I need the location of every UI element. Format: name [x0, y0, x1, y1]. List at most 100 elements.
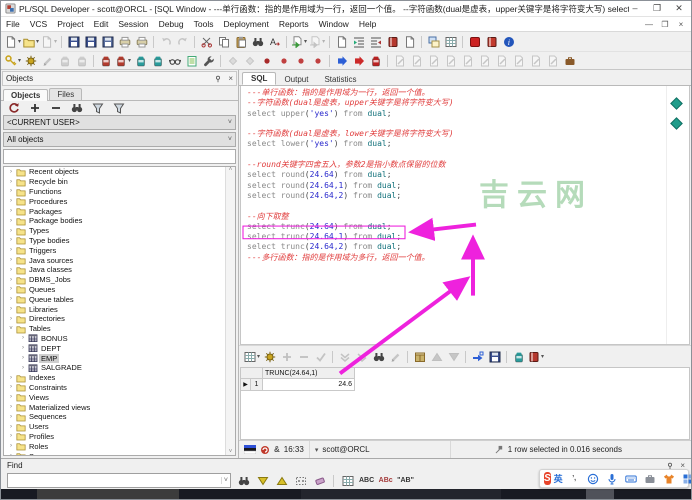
chevron-collapsed-icon[interactable]: › — [7, 375, 15, 381]
editor-line[interactable]: --向下取整 — [241, 212, 665, 222]
object-filter-select[interactable]: All objects˅ — [3, 132, 236, 147]
edit-cell-button[interactable] — [387, 350, 404, 364]
view-source-button[interactable] — [166, 54, 183, 68]
previous-spot-button[interactable]: ▾ — [290, 35, 308, 49]
tree-item-type-bodies[interactable]: ›Type bodies — [4, 236, 235, 246]
break-marker-1-button[interactable] — [224, 54, 241, 68]
editor-line[interactable]: select round(24.64) from dual; — [241, 170, 665, 180]
tree-item-types[interactable]: ›Types — [4, 226, 235, 236]
tab-objects[interactable]: Objects — [3, 89, 48, 101]
windows-taskbar[interactable] — [1, 489, 691, 499]
compile-button[interactable] — [56, 54, 73, 68]
chevron-collapsed-icon[interactable]: › — [19, 345, 27, 351]
editor-line[interactable]: select round(24.64,2) from dual; — [241, 191, 665, 201]
execute-current-button[interactable] — [350, 54, 367, 68]
chevron-collapsed-icon[interactable]: › — [7, 306, 15, 312]
tab-statistics[interactable]: Statistics — [316, 74, 364, 85]
describe-button[interactable] — [333, 35, 350, 49]
collapse-button[interactable] — [47, 101, 64, 115]
export-results-button[interactable] — [510, 350, 527, 364]
find-next-button[interactable] — [254, 474, 271, 488]
editor-line[interactable]: select trunc(24.64,2) from dual; — [241, 242, 665, 252]
kill-session-button[interactable] — [367, 54, 384, 68]
panel-close-icon[interactable]: × — [228, 74, 233, 83]
chevron-collapsed-icon[interactable]: › — [7, 257, 15, 263]
move-down-button[interactable] — [445, 350, 462, 364]
grid-column-header[interactable]: TRUNC(24.64,1) — [263, 368, 355, 379]
pin-icon[interactable] — [495, 445, 504, 454]
configure-tools-button[interactable] — [200, 54, 217, 68]
editor-line[interactable]: --字符函数(dual是虚表，lower关键字是将字符变大写) — [241, 129, 665, 139]
chevron-collapsed-icon[interactable]: › — [7, 277, 15, 283]
tree-item-indexes[interactable]: ›Indexes — [4, 373, 235, 383]
post-changes-button[interactable] — [312, 350, 329, 364]
find-in-window-button[interactable] — [339, 474, 356, 488]
menu-help[interactable]: Help — [354, 17, 381, 31]
edit-tool-3-button[interactable] — [425, 54, 442, 68]
tree-item-libraries[interactable]: ›Libraries — [4, 304, 235, 314]
current-user-select[interactable]: <CURRENT USER>˅ — [3, 115, 236, 130]
tree-item-directories[interactable]: ›Directories — [4, 314, 235, 324]
menu-window[interactable]: Window — [314, 17, 354, 31]
taskbar-segment[interactable] — [301, 489, 501, 499]
minimize-button[interactable]: – — [629, 1, 641, 16]
whole-words-button[interactable]: ABc — [377, 474, 394, 488]
tree-item-synonyms[interactable]: ›Synonyms — [4, 451, 235, 456]
taskbar-segment[interactable] — [37, 489, 179, 499]
tree-item-queue-tables[interactable]: ›Queue tables — [4, 294, 235, 304]
save-all-button[interactable] — [82, 35, 99, 49]
tree-item-profiles[interactable]: ›Profiles — [4, 432, 235, 442]
chevron-collapsed-icon[interactable]: › — [7, 188, 15, 194]
chevron-collapsed-icon[interactable]: › — [7, 237, 15, 243]
menu-file[interactable]: File — [1, 17, 25, 31]
tree-item-recycle-bin[interactable]: ›Recycle bin — [4, 177, 235, 187]
sogou-logo-icon[interactable]: S — [544, 472, 551, 485]
find-input[interactable]: ˅ — [7, 473, 231, 488]
ime-emoji-button[interactable] — [585, 472, 602, 486]
chevron-collapsed-icon[interactable]: › — [19, 365, 27, 371]
edit-tool-1-button[interactable] — [391, 54, 408, 68]
ime-voice-button[interactable] — [604, 472, 621, 486]
find-in-grid-button[interactable] — [370, 350, 387, 364]
tree-item-queues[interactable]: ›Queues — [4, 285, 235, 295]
save-button[interactable] — [65, 35, 82, 49]
print-button[interactable] — [116, 35, 133, 49]
chevron-collapsed-icon[interactable]: › — [7, 443, 15, 449]
editor-line[interactable]: ---多行函数：指的是作用域为多行，返回一个值。 — [241, 253, 665, 263]
tree-item-views[interactable]: ›Views — [4, 392, 235, 402]
save-as-button[interactable] — [99, 35, 116, 49]
chevron-collapsed-icon[interactable]: › — [7, 198, 15, 204]
tree-item-bonus[interactable]: ›BONUS — [4, 334, 235, 344]
ime-keyboard-button[interactable] — [623, 472, 640, 486]
tree-item-emp[interactable]: ›EMP — [4, 353, 235, 363]
editor-line[interactable]: select trunc(24.64) from dual; — [241, 222, 665, 232]
fetch-all-button[interactable] — [411, 350, 428, 364]
tree-item-procedures[interactable]: ›Procedures — [4, 196, 235, 206]
tree-item-users[interactable]: ›Users — [4, 422, 235, 432]
chevron-collapsed-icon[interactable]: › — [7, 286, 15, 292]
mdi-close-button[interactable]: × — [676, 20, 686, 29]
edit-tool-9-button[interactable] — [527, 54, 544, 68]
stop-button[interactable] — [466, 35, 483, 49]
redo-button[interactable] — [174, 35, 191, 49]
report-button[interactable]: ▾ — [527, 350, 545, 364]
execute-button[interactable] — [333, 54, 350, 68]
scroll-up-icon[interactable]: ˄ — [229, 167, 233, 173]
tree-item-package-bodies[interactable]: ›Package bodies — [4, 216, 235, 226]
editor-line[interactable]: --round关键字四舍五入，参数2是指小数点保留的位数 — [241, 160, 665, 170]
chevron-collapsed-icon[interactable]: › — [7, 267, 15, 273]
chevron-collapsed-icon[interactable]: › — [7, 316, 15, 322]
next-spot-button[interactable]: ▾ — [308, 35, 326, 49]
menu-debug[interactable]: Debug — [154, 17, 189, 31]
tree-item-roles[interactable]: ›Roles — [4, 441, 235, 451]
object-search-input[interactable] — [3, 149, 236, 164]
tree-item-tables[interactable]: ˅Tables — [4, 324, 235, 334]
chevron-collapsed-icon[interactable]: › — [7, 208, 15, 214]
find-regex-button[interactable] — [292, 474, 309, 488]
chevron-collapsed-icon[interactable]: › — [7, 179, 15, 185]
tree-item-sequences[interactable]: ›Sequences — [4, 412, 235, 422]
debug-dot-1-button[interactable] — [258, 54, 275, 68]
chevron-collapsed-icon[interactable]: › — [7, 247, 15, 253]
tab-sql[interactable]: SQL — [242, 72, 276, 85]
filter-settings-button[interactable] — [110, 101, 127, 115]
